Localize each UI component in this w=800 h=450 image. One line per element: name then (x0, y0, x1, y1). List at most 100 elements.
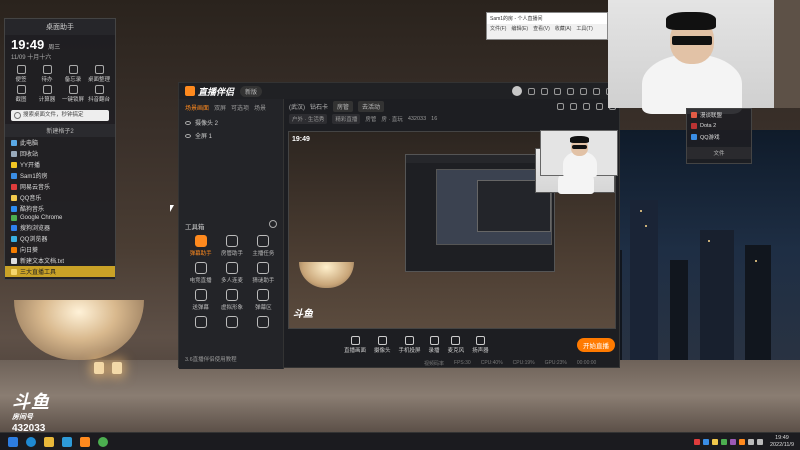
status-bar: 视频码率 FPS:30 CPU:40% CPU:19% GPU:23% 00:0… (284, 357, 621, 369)
menu-file[interactable]: 文件(F) (490, 25, 506, 32)
tool-multi-link[interactable]: 多人连麦 (216, 262, 247, 284)
desktop-file-item[interactable]: YY开播 (5, 159, 115, 170)
tab-options[interactable]: 可选项 (231, 103, 249, 112)
gift-icon[interactable] (554, 87, 561, 95)
tool-extra-3[interactable] (248, 316, 279, 330)
start-broadcast-button[interactable]: 开始直播 (577, 338, 615, 352)
category-tag[interactable]: 户外 · 生活秀 (289, 114, 328, 124)
tray-icon[interactable] (693, 438, 700, 445)
desktop-file-item[interactable]: QQ游戏 (687, 131, 751, 143)
eye-icon[interactable] (185, 120, 191, 125)
desktop-file-item[interactable]: 向日葵 (5, 244, 115, 255)
tray-icon[interactable] (720, 438, 727, 445)
danmu-area-icon (257, 289, 270, 301)
bag-icon[interactable] (570, 102, 577, 110)
volume-icon[interactable] (747, 438, 754, 445)
room-manager-button[interactable]: 房管 (333, 100, 354, 112)
desktop-file-item[interactable]: QQ浏览器 (5, 233, 115, 244)
desktop-file-item[interactable]: 新建文本文档.txt (5, 255, 115, 266)
desktop-file-item[interactable]: Google Chrome (5, 214, 115, 222)
tab-scenes[interactable]: 场景 (254, 103, 266, 112)
menu-favorites[interactable]: 收藏(A) (555, 25, 572, 32)
tool-extra-2[interactable] (216, 316, 247, 330)
tool-guess[interactable]: 猜谜助手 (248, 262, 279, 284)
tool-esports[interactable]: 电竞直播 (185, 262, 216, 284)
scene-item-camera[interactable]: 摄像头 2 (179, 116, 283, 129)
status-duration: 00:00:00 (576, 360, 597, 366)
widget-tool-memo[interactable]: 备忘录 (61, 65, 85, 83)
widget-tool-calculator[interactable]: 计算器 (35, 85, 59, 103)
menu-view[interactable]: 查看(V) (533, 25, 550, 32)
headset-icon[interactable] (528, 87, 535, 95)
tool-danmu-area[interactable]: 弹幕区 (248, 289, 279, 311)
toolbox-settings-icon[interactable] (269, 220, 277, 228)
desktop-file-item-selected[interactable]: 三大直播工具 (5, 266, 115, 277)
minimize-icon[interactable] (593, 87, 600, 95)
tray-icon[interactable] (729, 438, 736, 445)
tool-extra-1[interactable] (185, 316, 216, 330)
right-desktop-panel: 漫谈联盟 Dota 2 QQ游戏 文件 (686, 108, 752, 164)
version-badge[interactable]: 新版 (240, 85, 263, 97)
widget-tool-organize[interactable]: 桌面整理 (87, 65, 111, 83)
background-candle (94, 362, 104, 374)
tool-host-tasks[interactable]: 主播任务 (248, 235, 279, 257)
tool-room-manager[interactable]: 房管助手 (216, 235, 247, 257)
menu-edit[interactable]: 编辑(E) (511, 25, 528, 32)
source-camera[interactable]: 摄像头 (374, 336, 391, 354)
desktop-file-item[interactable]: 漫谈联盟 (687, 109, 751, 121)
desktop-file-item[interactable]: QQ音乐 (5, 192, 115, 203)
desktop-file-item[interactable]: 酷狗音乐 (5, 203, 115, 214)
toolbox-title: 工具箱 (185, 224, 205, 231)
room-info-bar: (武汉) 钻石卡 房管 去活动 (284, 99, 621, 113)
widget-tool-douyin[interactable]: 抖音翻台 (87, 85, 111, 103)
desktop-file-item[interactable]: 回收站 (5, 148, 115, 159)
eye-icon[interactable] (185, 133, 191, 138)
network-icon[interactable] (756, 438, 763, 445)
message-icon[interactable] (541, 87, 548, 95)
desktop-file-item[interactable]: 网易云音乐 (5, 181, 115, 192)
desktop-file-item[interactable]: Sam1的房 (5, 170, 115, 181)
tab-scene[interactable]: 场景画面 (185, 103, 209, 112)
tray-icon[interactable] (702, 438, 709, 445)
broadcast-app-taskbar-icon[interactable] (80, 436, 90, 447)
widget-tool-notes[interactable]: 便签 (9, 65, 33, 83)
desktop-file-item[interactable]: 此电脑 (5, 137, 115, 148)
source-phone-cast[interactable]: 手机投屏 (399, 336, 421, 354)
tool-danmu-assistant[interactable]: 弹幕助手 (185, 235, 216, 257)
file-explorer-icon[interactable] (44, 436, 54, 447)
widget-tools: 便签 待办 备忘录 桌面整理 截图 计算器 一键锁屏 抖音翻台 (5, 61, 115, 107)
taskbar-clock[interactable]: 19:49 2022/11/9 (770, 435, 794, 449)
tab-dual-screen[interactable]: 双屏 (214, 103, 226, 112)
menu-icon[interactable] (580, 87, 587, 95)
settings-icon[interactable] (567, 87, 574, 95)
clip-icon[interactable] (583, 102, 590, 110)
windows-start-icon[interactable] (8, 436, 18, 447)
menu-tools[interactable]: 工具(T) (576, 25, 592, 32)
highlight-tag[interactable]: 精彩直播 (332, 114, 361, 124)
chrome-taskbar-icon[interactable] (98, 436, 108, 447)
edge-icon[interactable] (26, 436, 36, 447)
microphone-control[interactable]: 麦克风 (448, 336, 464, 354)
source-screen[interactable]: 直播画面 (344, 336, 366, 354)
scene-tabs: 场景画面 双屏 可选项 场景 (179, 99, 283, 116)
speaker-control[interactable]: 扬声器 (472, 336, 489, 354)
share-icon[interactable] (557, 102, 564, 110)
tray-icon[interactable] (738, 438, 745, 445)
ie-taskbar-icon[interactable] (62, 436, 72, 447)
tool-send-danmu[interactable]: 送弹幕 (185, 289, 216, 311)
widget-tool-lock[interactable]: 一键锁屏 (61, 85, 85, 103)
tutorial-link[interactable]: 3.6直播伴侣使用教程 (185, 355, 237, 363)
tool-avatar[interactable]: 虚拟形象 (216, 289, 247, 311)
layout-icon[interactable] (596, 102, 603, 110)
source-recording[interactable]: 录播 (429, 336, 440, 354)
desktop-file-item[interactable]: Dota 2 (687, 121, 751, 131)
scene-item-fullscreen[interactable]: 全屏 1 (179, 129, 283, 142)
widget-tool-todo[interactable]: 待办 (35, 65, 59, 83)
desktop-file-item[interactable]: 搜狗浏览器 (5, 222, 115, 233)
activity-button[interactable]: 去活动 (358, 100, 385, 112)
widget-tool-screenshot[interactable]: 截图 (9, 85, 33, 103)
tray-icon[interactable] (711, 438, 718, 445)
user-avatar[interactable] (512, 86, 522, 96)
city-building (745, 245, 771, 370)
widget-search-input[interactable]: 搜索桌面文件，秒钟搞定 (11, 110, 109, 121)
